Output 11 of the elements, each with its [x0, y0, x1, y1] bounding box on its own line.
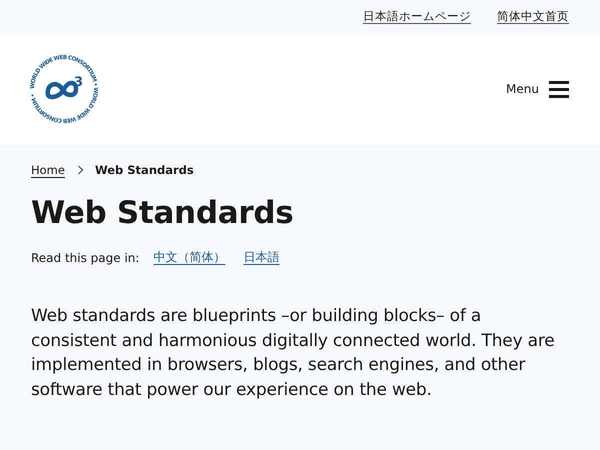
language-link[interactable]: 简体中文首页: [497, 9, 569, 24]
language-link[interactable]: 日本語: [243, 249, 280, 266]
language-link[interactable]: 日本語ホームページ: [363, 9, 471, 24]
language-label: Read this page in:: [31, 250, 140, 265]
language-link[interactable]: 中文（简体）: [153, 249, 226, 266]
menu-icon: [549, 80, 569, 98]
intro-paragraph: Web standards are blueprints –or building blocks– of a consistent and harmonious digitally connected world. They are implemented in browsers, blogs, search engines, and other software that power our experience on the web.: [31, 305, 556, 402]
breadcrumb-link[interactable]: Home: [31, 162, 65, 176]
breadcrumb-current: Web Standards: [94, 162, 194, 176]
menu-button[interactable]: Menu: [506, 80, 569, 98]
page-title: Web Standards: [31, 195, 294, 232]
